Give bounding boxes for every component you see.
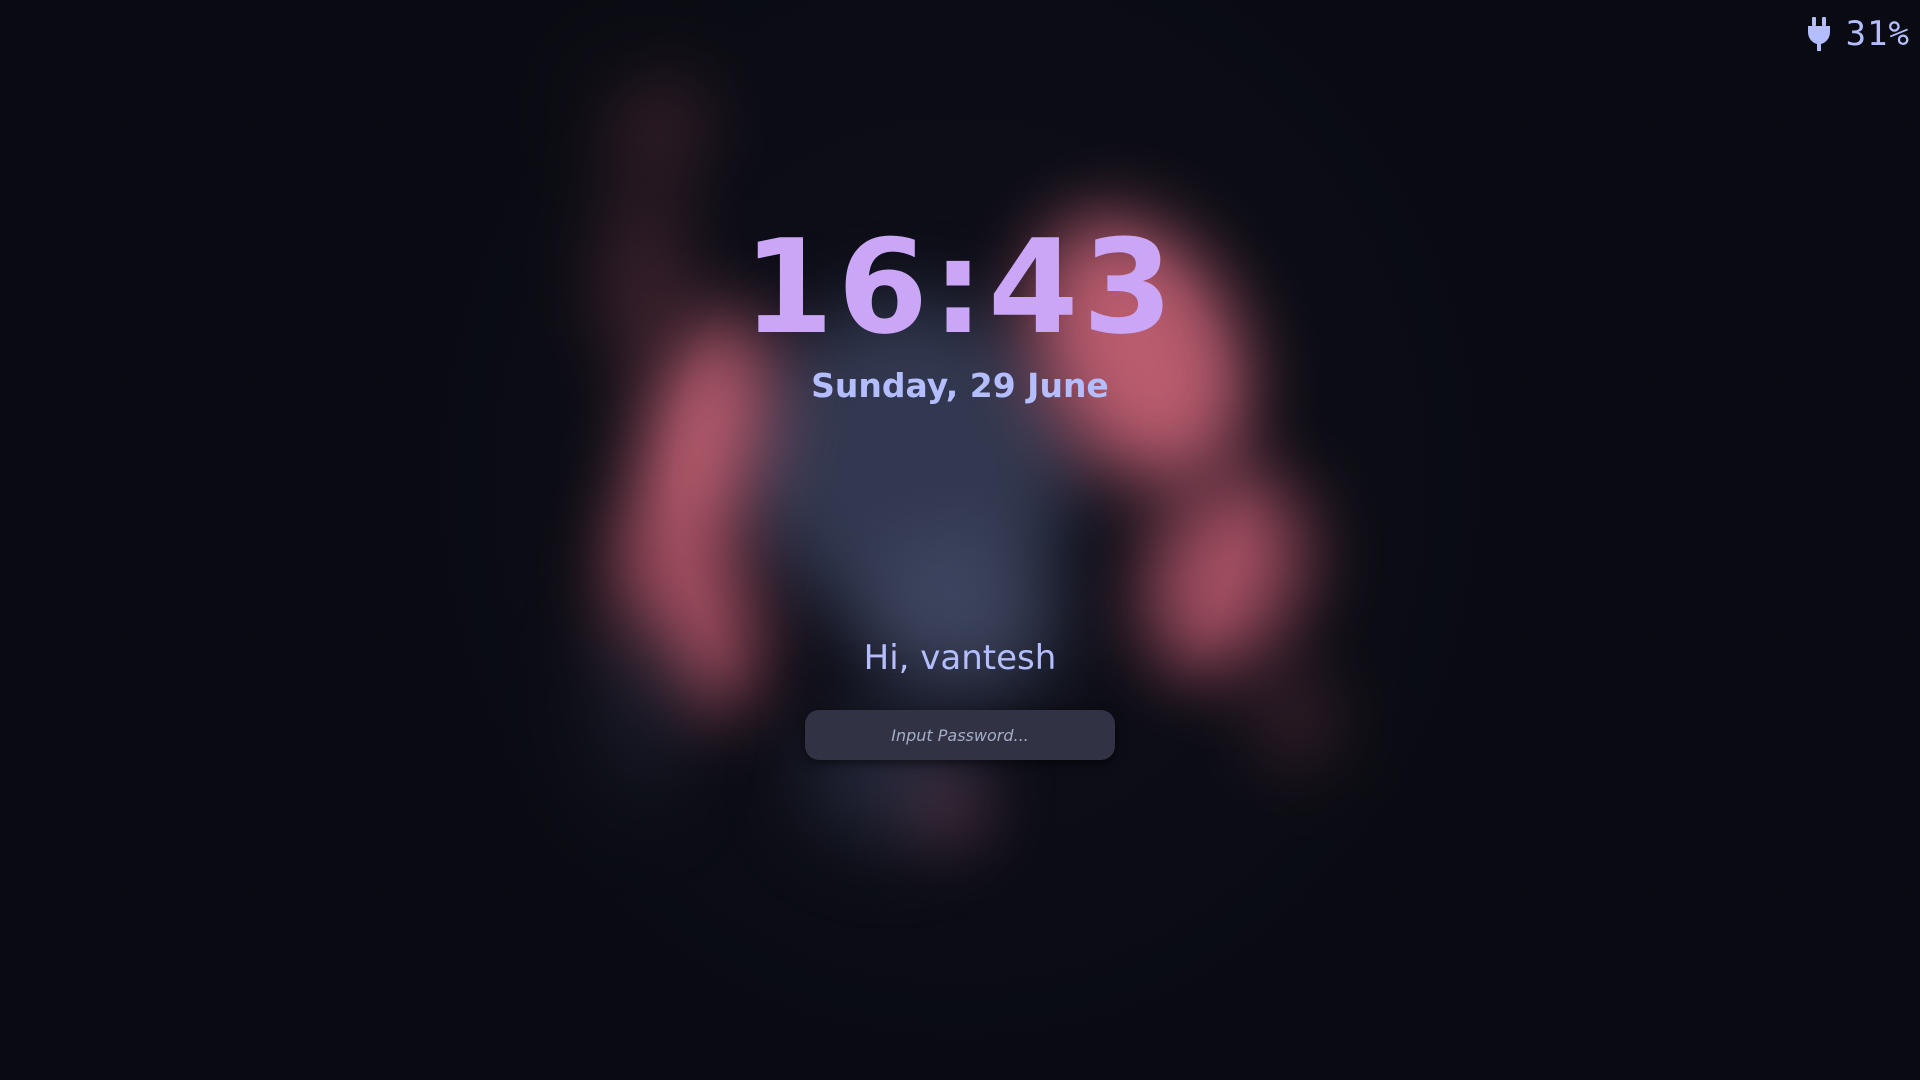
password-field[interactable] [805, 709, 1115, 761]
wallpaper-vignette [0, 0, 1920, 1080]
clock-date: Sunday, 29 June [811, 366, 1109, 405]
password-input[interactable] [805, 709, 1115, 761]
plug-icon [1807, 17, 1830, 51]
user-greeting: Hi, vantesh [863, 638, 1057, 678]
clock-time: 16:43 [743, 211, 1177, 363]
battery-percentage: 31% [1845, 14, 1910, 54]
blurred-wallpaper [0, 0, 1920, 1080]
battery-status: 31% [1806, 14, 1910, 54]
